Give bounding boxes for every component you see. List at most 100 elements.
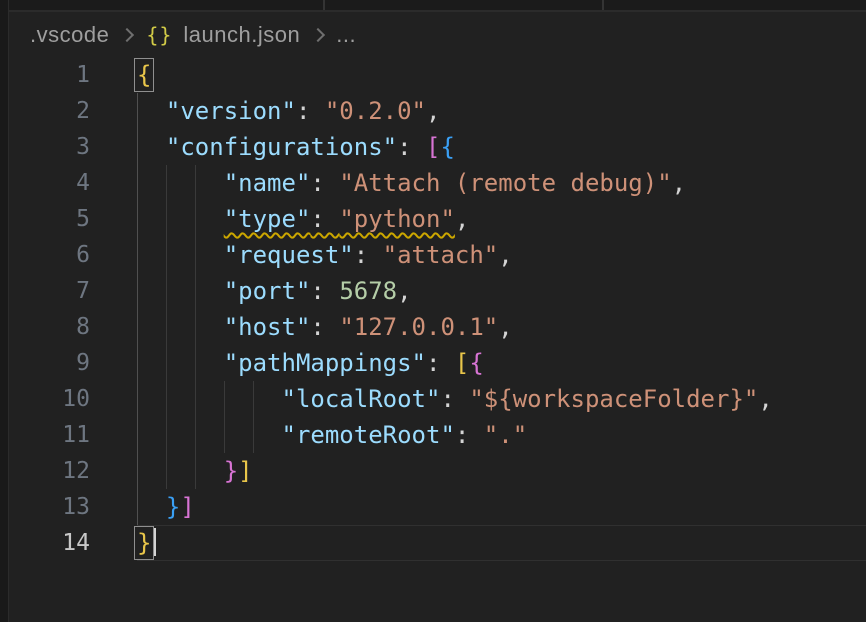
- code-token: ,: [758, 385, 772, 413]
- code-line: 2 "version": "0.2.0",: [9, 93, 866, 129]
- code-line-content[interactable]: "port": 5678,: [137, 273, 866, 309]
- code-token: "port": [224, 277, 311, 305]
- code-line-content[interactable]: "pathMappings": [{: [137, 345, 866, 381]
- code-line: 11 "remoteRoot": ".": [9, 417, 866, 453]
- code-token: {: [440, 133, 454, 161]
- code-line: 13 }]: [9, 489, 866, 525]
- code-line-content[interactable]: "host": "127.0.0.1",: [137, 309, 866, 345]
- code-line: 4 "name": "Attach (remote debug)",: [9, 165, 866, 201]
- code-token: :: [310, 313, 339, 341]
- code-token: "python": [339, 205, 455, 233]
- code-token: "request": [224, 241, 354, 269]
- code-token: :: [310, 205, 339, 233]
- code-line-content[interactable]: "localRoot": "${workspaceFolder}",: [137, 381, 866, 417]
- code-token: "attach": [383, 241, 499, 269]
- code-token: :: [296, 97, 325, 125]
- line-number[interactable]: 7: [9, 273, 90, 309]
- code-token: [137, 421, 282, 449]
- code-line: 3 "configurations": [{: [9, 129, 866, 165]
- code-line-content[interactable]: }]: [137, 489, 866, 525]
- code-token: :: [397, 133, 426, 161]
- code-token: [137, 385, 282, 413]
- code-line-content[interactable]: "type": "python",: [137, 201, 866, 237]
- code-line-content[interactable]: "name": "Attach (remote debug)",: [137, 165, 866, 201]
- code-token: ]: [180, 493, 194, 521]
- line-number[interactable]: 4: [9, 165, 90, 201]
- chevron-right-icon: [120, 27, 134, 41]
- matched-bracket: {: [137, 61, 151, 89]
- line-number[interactable]: 2: [9, 93, 90, 129]
- matched-bracket: }: [137, 529, 151, 557]
- code-token: ,: [426, 97, 440, 125]
- code-token: ,: [672, 169, 686, 197]
- line-number[interactable]: 11: [9, 417, 90, 453]
- code-line-content[interactable]: "version": "0.2.0",: [137, 93, 866, 129]
- code-token: [137, 349, 224, 377]
- code-token: "0.2.0": [325, 97, 426, 125]
- code-line: 9 "pathMappings": [{: [9, 345, 866, 381]
- line-number[interactable]: 13: [9, 489, 90, 525]
- code-editor[interactable]: 1{2 "version": "0.2.0",3 "configurations…: [9, 57, 866, 622]
- text-cursor: [154, 528, 156, 556]
- code-token: "version": [166, 97, 296, 125]
- code-line: 1{: [9, 57, 866, 93]
- code-token: [: [426, 133, 440, 161]
- code-line-content[interactable]: {: [137, 57, 866, 93]
- code-line-content[interactable]: "remoteRoot": ".": [137, 417, 866, 453]
- json-file-icon: {}: [146, 23, 172, 47]
- line-number[interactable]: 3: [9, 129, 90, 165]
- code-token: [137, 205, 224, 233]
- line-number[interactable]: 5: [9, 201, 90, 237]
- code-token: "host": [224, 313, 311, 341]
- breadcrumb-folder[interactable]: .vscode: [30, 22, 109, 48]
- chevron-right-icon: [311, 27, 325, 41]
- code-line-content[interactable]: "request": "attach",: [137, 237, 866, 273]
- code-line: 10 "localRoot": "${workspaceFolder}",: [9, 381, 866, 417]
- code-token: [137, 97, 166, 125]
- code-token: 5678: [339, 277, 397, 305]
- breadcrumb-file[interactable]: launch.json: [183, 22, 300, 48]
- vscode-editor-window: { "breadcrumbs": { "folder": ".vscode", …: [0, 0, 866, 622]
- code-token: :: [440, 385, 469, 413]
- line-number[interactable]: 12: [9, 453, 90, 489]
- code-token: "127.0.0.1": [339, 313, 498, 341]
- code-token: "name": [224, 169, 311, 197]
- code-token: }: [224, 457, 238, 485]
- code-rows: 1{2 "version": "0.2.0",3 "configurations…: [9, 57, 866, 561]
- breadcrumb-ellipsis[interactable]: ...: [336, 22, 356, 48]
- code-token: ]: [238, 457, 252, 485]
- code-token: :: [310, 169, 339, 197]
- code-line-content[interactable]: }]: [137, 453, 866, 489]
- code-token: }: [166, 493, 180, 521]
- code-token: "pathMappings": [224, 349, 426, 377]
- tab-separator: [323, 0, 325, 10]
- code-token: [137, 493, 166, 521]
- code-token: [137, 457, 224, 485]
- code-token: [137, 133, 166, 161]
- code-token: :: [455, 421, 484, 449]
- line-number[interactable]: 14: [9, 525, 90, 561]
- code-token: "type": [224, 205, 311, 233]
- code-token: [137, 241, 224, 269]
- tab-bar-sliver: [9, 0, 866, 12]
- code-line: 14}: [9, 525, 866, 561]
- code-token: [137, 277, 224, 305]
- code-token: ,: [455, 205, 469, 233]
- code-line: 12 }]: [9, 453, 866, 489]
- code-token: "remoteRoot": [282, 421, 455, 449]
- code-token: ".": [484, 421, 527, 449]
- code-token: [137, 169, 224, 197]
- code-token: [: [455, 349, 469, 377]
- line-number[interactable]: 6: [9, 237, 90, 273]
- line-number[interactable]: 1: [9, 57, 90, 93]
- code-token: "localRoot": [282, 385, 441, 413]
- code-line-content[interactable]: "configurations": [{: [137, 129, 866, 165]
- line-number[interactable]: 9: [9, 345, 90, 381]
- line-number[interactable]: 10: [9, 381, 90, 417]
- code-token: :: [310, 277, 339, 305]
- breadcrumb: .vscode {} launch.json ...: [9, 12, 866, 57]
- code-line-content[interactable]: }: [137, 525, 866, 561]
- line-number[interactable]: 8: [9, 309, 90, 345]
- code-line: 5 "type": "python",: [9, 201, 866, 237]
- code-token: "configurations": [166, 133, 397, 161]
